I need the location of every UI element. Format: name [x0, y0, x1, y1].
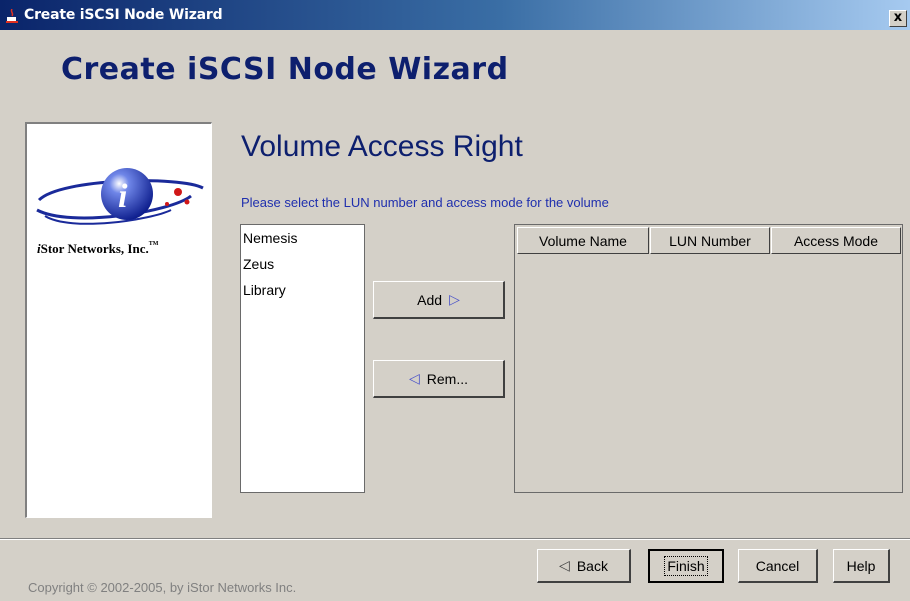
window-title: Create iSCSI Node Wizard [24, 7, 223, 23]
arrow-left-icon: ◁ [559, 557, 570, 573]
cancel-label: Cancel [755, 557, 800, 574]
back-button[interactable]: ◁ Back [537, 549, 631, 583]
column-header-lun-number[interactable]: LUN Number [650, 227, 770, 254]
help-button[interactable]: Help [833, 549, 890, 583]
arrow-right-icon: ▷ [449, 291, 460, 307]
close-button[interactable]: x [889, 10, 907, 27]
list-item[interactable]: Nemesis [243, 230, 297, 246]
list-item[interactable]: Library [243, 282, 286, 298]
wizard-window: Create iSCSI Node Wizard x Create iSCSI … [0, 0, 910, 601]
remove-button[interactable]: ◁ Rem... [373, 360, 505, 398]
list-item[interactable]: Zeus [243, 256, 274, 272]
finish-label: Finish [664, 556, 708, 576]
arrow-left-icon: ◁ [408, 370, 420, 386]
instruction-text: Please select the LUN number and access … [241, 195, 609, 210]
volume-list[interactable]: Nemesis Zeus Library [240, 224, 365, 493]
istor-logo-icon: i [36, 168, 204, 225]
footer-divider-highlight [0, 539, 910, 540]
company-name: iStor Networks, Inc.TM [37, 241, 159, 256]
column-header-volume-name[interactable]: Volume Name [517, 227, 649, 254]
help-label: Help [846, 557, 876, 574]
title-bar[interactable]: Create iSCSI Node Wizard x [0, 0, 910, 30]
column-header-access-mode[interactable]: Access Mode [771, 227, 901, 254]
cancel-button[interactable]: Cancel [738, 549, 818, 583]
add-label: Add [417, 291, 443, 308]
back-label: Back [576, 557, 608, 574]
finish-button[interactable]: Finish [648, 549, 724, 583]
wizard-heading: Create iSCSI Node Wizard [61, 52, 509, 87]
java-cup-icon [6, 9, 18, 23]
svg-text:i: i [118, 178, 128, 215]
logo-panel: i iStor Networks, Inc.TM [25, 122, 212, 518]
add-button[interactable]: Add ▷ [373, 281, 505, 319]
copyright-text: Copyright © 2002-2005, by iStor Networks… [28, 580, 297, 595]
remove-label: Rem... [426, 370, 468, 387]
volume-table[interactable]: Volume Name LUN Number Access Mode [514, 224, 903, 493]
page-title: Volume Access Right [241, 130, 523, 163]
